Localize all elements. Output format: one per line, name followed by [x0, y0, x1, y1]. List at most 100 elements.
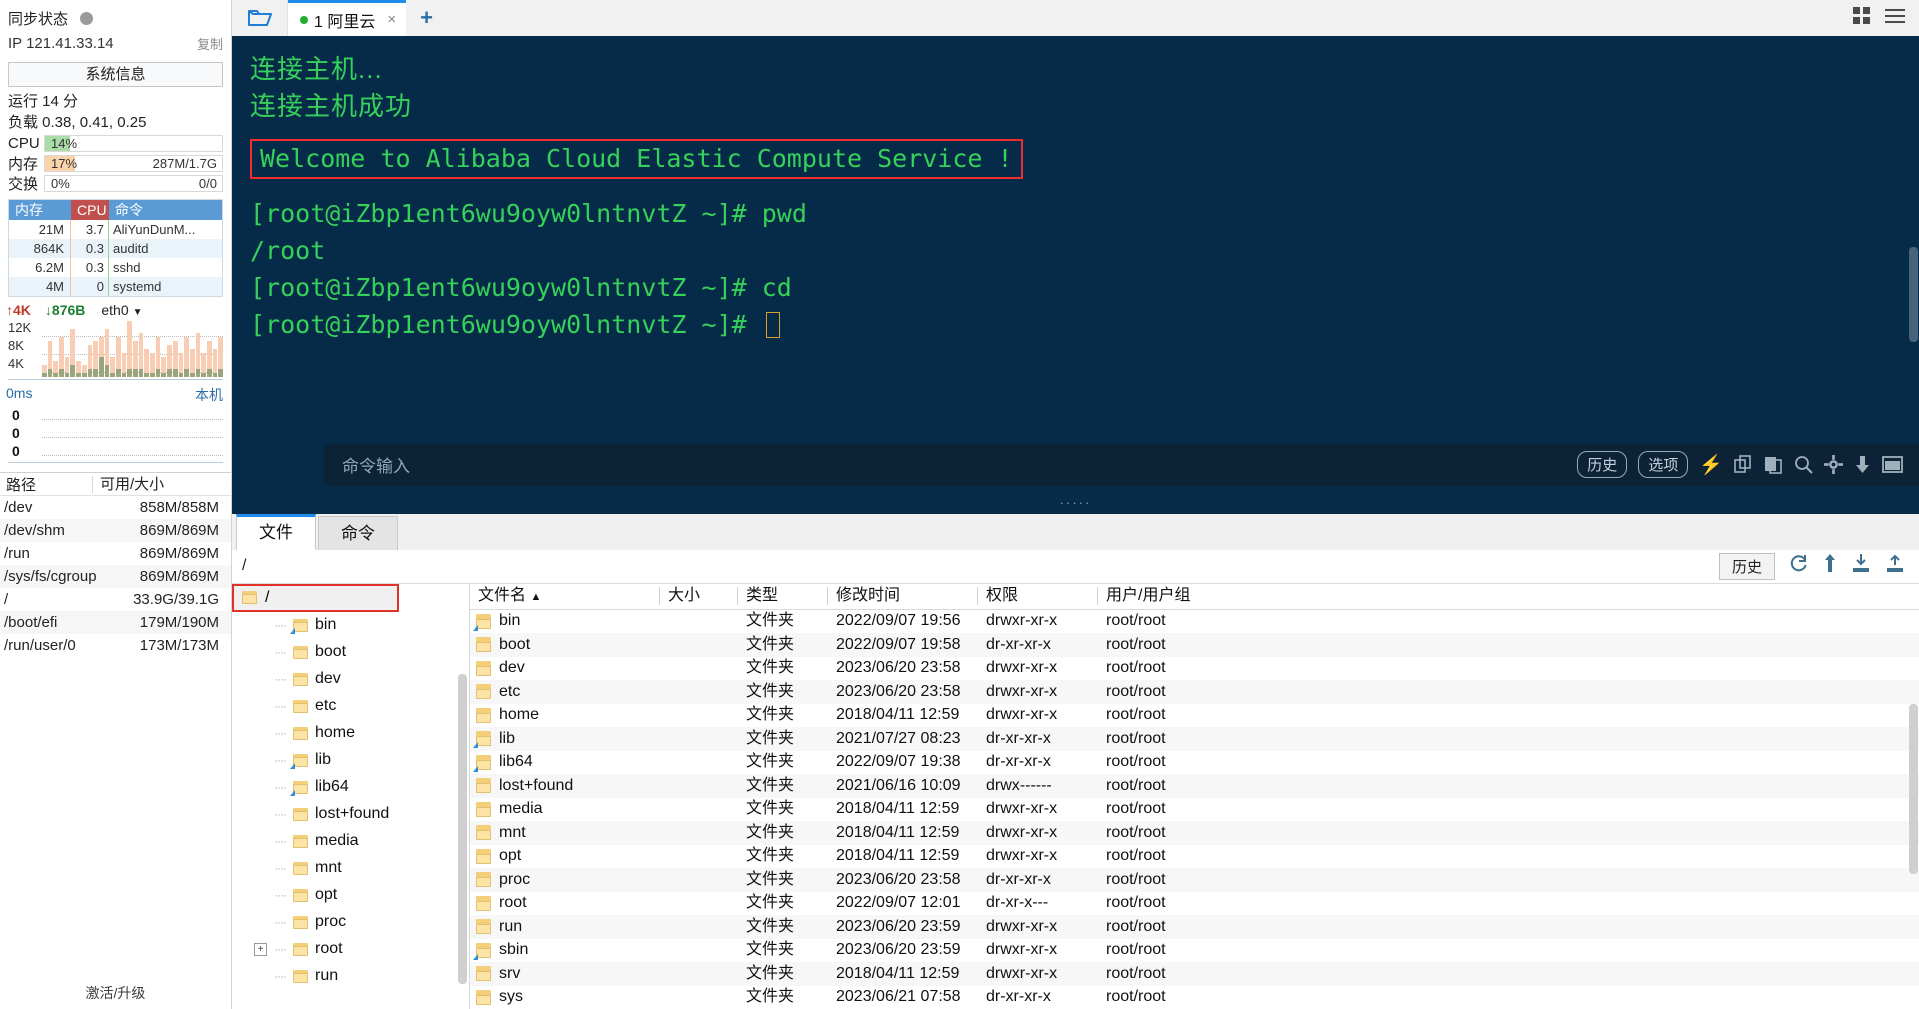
tree-line-icon: ···· — [274, 672, 287, 686]
network-header: ↑4K ↓876B eth0 ▼ — [0, 297, 231, 320]
tree-scrollbar[interactable] — [458, 673, 467, 984]
grid-view-icon[interactable] — [1853, 6, 1871, 30]
meter-mem: 内存 17% 287M/1.7G — [0, 153, 231, 173]
sync-status-label: 同步状态 — [8, 10, 69, 28]
disk-row[interactable]: /boot/efi 179M/190M — [0, 611, 231, 634]
tree-item[interactable]: ···· lib64 — [232, 774, 469, 801]
terminal-scrollbar[interactable] — [1909, 247, 1918, 343]
upload-file-icon[interactable] — [1885, 553, 1905, 579]
command-options-button[interactable]: 选项 — [1638, 451, 1689, 478]
open-folder-icon[interactable] — [232, 0, 288, 37]
disk-row[interactable]: /sys/fs/cgroup 869M/869M — [0, 565, 231, 588]
cell-type: 文件夹 — [746, 776, 795, 794]
table-row[interactable]: etc 文件夹 2023/06/20 23:58 drwxr-xr-x root… — [470, 680, 1919, 704]
tree-item[interactable]: ···· lib — [232, 747, 469, 774]
command-toolbar: 历史 选项 ⚡ — [1577, 451, 1919, 478]
terminal-tab[interactable]: 1 阿里云 × — [288, 0, 407, 37]
tree-item[interactable]: ···· opt — [232, 882, 469, 909]
search-icon[interactable] — [1794, 455, 1813, 474]
disk-row[interactable]: /dev/shm 869M/869M — [0, 519, 231, 542]
table-row[interactable]: sbin 文件夹 2023/06/20 23:59 drwxr-xr-x roo… — [470, 939, 1919, 963]
table-row[interactable]: dev 文件夹 2023/06/20 23:58 drwxr-xr-x root… — [470, 657, 1919, 681]
refresh-icon[interactable] — [1789, 553, 1809, 579]
table-row[interactable]: root 文件夹 2022/09/07 12:01 dr-xr-x--- roo… — [470, 892, 1919, 916]
terminal-output[interactable]: 连接主机... 连接主机成功 Welcome to Alibaba Cloud E… — [232, 37, 1919, 514]
table-row[interactable]: srv 文件夹 2018/04/11 12:59 drwxr-xr-x root… — [470, 962, 1919, 986]
command-input[interactable]: 命令输入 — [324, 452, 410, 477]
disk-row[interactable]: / 33.9G/39.1G — [0, 588, 231, 611]
copy-icon[interactable] — [1734, 455, 1753, 474]
bolt-icon[interactable]: ⚡ — [1699, 453, 1723, 477]
column-header-perm[interactable]: 权限 — [978, 587, 1098, 605]
tree-item[interactable]: ···· etc — [232, 693, 469, 720]
column-header-mtime[interactable]: 修改时间 — [828, 587, 978, 605]
process-row[interactable]: 6.2M 0.3 sshd — [9, 258, 222, 277]
file-list-scrollbar[interactable] — [1909, 703, 1918, 874]
table-row[interactable]: sys 文件夹 2023/06/21 07:58 dr-xr-xr-x root… — [470, 986, 1919, 1009]
process-row[interactable]: 864K 0.3 auditd — [9, 239, 222, 258]
download-file-icon[interactable] — [1851, 553, 1871, 579]
table-row[interactable]: bin 文件夹 2022/09/07 19:56 drwxr-xr-x root… — [470, 610, 1919, 634]
cell-type: 文件夹 — [746, 823, 795, 841]
paste-icon[interactable] — [1764, 455, 1783, 474]
table-row[interactable]: media 文件夹 2018/04/11 12:59 drwxr-xr-x ro… — [470, 798, 1919, 822]
table-row[interactable]: lost+found 文件夹 2021/06/16 10:09 drwx----… — [470, 774, 1919, 798]
splitter-handle[interactable]: ····· — [1060, 495, 1092, 510]
network-graph-y-labels: 12K 8K 4K — [8, 320, 40, 374]
tree-line-icon: ···· — [274, 888, 287, 902]
window-icon[interactable] — [1882, 456, 1903, 473]
cell-mtime: 2018/04/11 12:59 — [836, 823, 960, 841]
table-row[interactable]: proc 文件夹 2023/06/20 23:58 dr-xr-xr-x roo… — [470, 868, 1919, 892]
download-icon[interactable] — [1854, 455, 1871, 474]
bar-column — [59, 337, 64, 377]
cell-owner: root/root — [1106, 729, 1166, 747]
tree-item[interactable]: ···· run — [232, 963, 469, 990]
upload-arrow-icon[interactable] — [1823, 553, 1837, 579]
disk-row[interactable]: /dev 858M/858M — [0, 496, 231, 519]
tree-item[interactable]: ···· mnt — [232, 855, 469, 882]
command-history-button[interactable]: 历史 — [1577, 451, 1628, 478]
tree-item[interactable]: ···· dev — [232, 666, 469, 693]
close-icon[interactable]: × — [387, 11, 396, 28]
table-row[interactable]: opt 文件夹 2018/04/11 12:59 drwxr-xr-x root… — [470, 845, 1919, 869]
disk-row[interactable]: /run 869M/869M — [0, 542, 231, 565]
cell-mtime: 2018/04/11 12:59 — [836, 800, 960, 818]
bar-column — [115, 337, 121, 377]
tree-item[interactable]: ···· bin — [232, 612, 469, 639]
fm-tab-文件[interactable]: 文件 — [236, 513, 316, 550]
fm-tab-命令[interactable]: 命令 — [318, 515, 398, 550]
tree-item[interactable]: + ···· root — [232, 936, 469, 963]
tree-item[interactable]: ···· home — [232, 720, 469, 747]
column-header-size[interactable]: 大小 — [660, 587, 738, 605]
gear-icon[interactable] — [1824, 455, 1843, 474]
tree-item[interactable]: ···· lost+found — [232, 801, 469, 828]
command-input-bar[interactable]: 命令输入 历史 选项 ⚡ — [324, 443, 1919, 486]
copy-ip-button[interactable]: 复制 — [197, 34, 223, 53]
tree-root-item[interactable]: / — [232, 583, 399, 612]
table-row[interactable]: run 文件夹 2023/06/20 23:59 drwxr-xr-x root… — [470, 915, 1919, 939]
table-row[interactable]: mnt 文件夹 2018/04/11 12:59 drwxr-xr-x root… — [470, 821, 1919, 845]
table-row[interactable]: home 文件夹 2018/04/11 12:59 drwxr-xr-x roo… — [470, 704, 1919, 728]
tree-item[interactable]: ···· proc — [232, 909, 469, 936]
expand-icon[interactable]: + — [254, 942, 267, 956]
table-row[interactable]: lib64 文件夹 2022/09/07 19:38 dr-xr-xr-x ro… — [470, 751, 1919, 775]
new-tab-button[interactable]: + — [406, 0, 447, 36]
process-row[interactable]: 21M 3.7 AliYunDunM... — [9, 220, 222, 239]
activate-upgrade-link[interactable]: 激活/升级 — [0, 983, 231, 1003]
tree-item[interactable]: ···· boot — [232, 639, 469, 666]
column-header-type[interactable]: 类型 — [738, 587, 828, 605]
bar-column — [195, 333, 201, 377]
column-header-owner[interactable]: 用户/用户组 — [1098, 587, 1919, 605]
hamburger-menu-icon[interactable] — [1885, 8, 1905, 29]
tree-item[interactable]: ···· media — [232, 828, 469, 855]
table-row[interactable]: lib 文件夹 2021/07/27 08:23 dr-xr-xr-x root… — [470, 727, 1919, 751]
process-row[interactable]: 4M 0 systemd — [9, 277, 222, 296]
folder-icon — [476, 989, 491, 1005]
file-history-button[interactable]: 历史 — [1718, 552, 1775, 580]
disk-row[interactable]: /run/user/0 173M/173M — [0, 634, 231, 657]
system-info-button[interactable]: 系统信息 — [8, 62, 223, 87]
network-interface-select[interactable]: eth0 ▼ — [101, 302, 142, 318]
column-header-name[interactable]: 文件名 ▲ — [470, 587, 660, 605]
table-row[interactable]: boot 文件夹 2022/09/07 19:58 dr-xr-xr-x roo… — [470, 633, 1919, 657]
folder-icon — [289, 618, 308, 634]
